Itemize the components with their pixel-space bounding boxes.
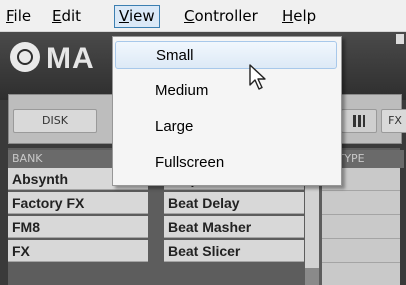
bank-item[interactable]: Factory FX xyxy=(8,192,148,214)
bank-item[interactable]: FX xyxy=(8,240,148,262)
brand-name: MA xyxy=(46,42,95,75)
subtype-divider xyxy=(322,262,400,263)
type-item[interactable]: Beat Delay xyxy=(164,192,304,214)
fx-button[interactable]: FX xyxy=(381,109,406,133)
type-item[interactable]: Beat Slicer xyxy=(164,240,304,262)
subtype-divider xyxy=(322,238,400,239)
type-item[interactable]: Beat Masher xyxy=(164,216,304,238)
subtype-divider xyxy=(322,190,400,191)
menu-item-large[interactable]: Large xyxy=(115,113,337,141)
grid-icon xyxy=(353,115,365,127)
subtype-divider xyxy=(322,214,400,215)
menu-file[interactable]: File xyxy=(2,6,35,27)
view-menu-dropdown: Small Medium Large Fullscreen xyxy=(112,36,342,186)
resize-handle[interactable] xyxy=(396,34,404,44)
menu-controller[interactable]: Controller xyxy=(180,6,262,27)
grid-view-button[interactable] xyxy=(341,109,377,133)
menu-view[interactable]: View xyxy=(114,5,160,28)
bank-item[interactable]: FM8 xyxy=(8,216,148,238)
menu-help[interactable]: Help xyxy=(278,6,320,27)
menu-item-medium[interactable]: Medium xyxy=(115,77,337,105)
menu-item-small[interactable]: Small xyxy=(115,41,337,69)
menu-bar: File Edit View Controller Help xyxy=(0,0,406,32)
disk-button[interactable]: DISK xyxy=(13,109,97,133)
logo-icon xyxy=(10,42,40,72)
menu-edit[interactable]: Edit xyxy=(48,6,85,27)
menu-item-fullscreen[interactable]: Fullscreen xyxy=(115,149,337,177)
mouse-cursor-icon xyxy=(249,64,266,90)
